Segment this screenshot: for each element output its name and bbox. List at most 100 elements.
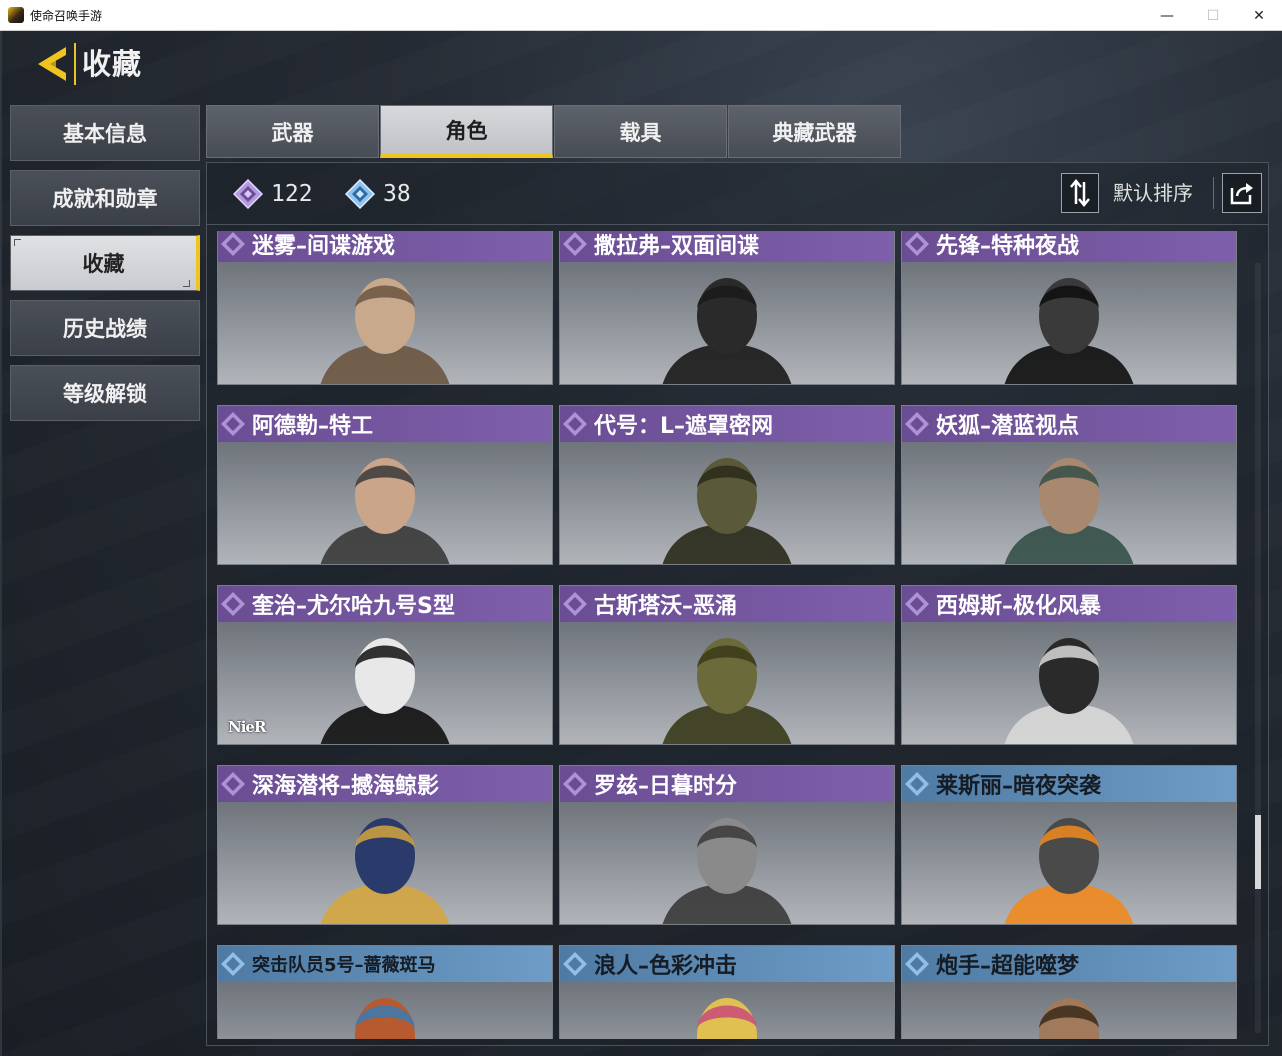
character-card[interactable]: 奎治–尤尔哈九号S型 NieR [217, 585, 553, 745]
sort-label[interactable]: 默认排序 [1113, 173, 1193, 213]
character-portrait-area [902, 982, 1236, 1039]
close-button[interactable]: ✕ [1236, 0, 1282, 31]
character-card[interactable]: 深海潜将–撼海鲸影 [217, 765, 553, 925]
character-name: 撒拉弗–双面间谍 [594, 234, 760, 259]
sidebar-item-basic-info[interactable]: 基本信息 [10, 105, 200, 161]
character-card-header: 古斯塔沃–恶涌 [560, 586, 894, 622]
tab-collector-weapons[interactable]: 典藏武器 [728, 105, 901, 158]
character-card[interactable]: 迷雾–间谍游戏 [217, 231, 553, 385]
character-portrait-area [560, 802, 894, 924]
tab-weapons[interactable]: 武器 [206, 105, 379, 158]
character-card[interactable]: 突击队员5号–蔷薇斑马 [217, 945, 553, 1039]
character-card[interactable]: 浪人–色彩冲击 [559, 945, 895, 1039]
sidebar-item-level-unlocks[interactable]: 等级解锁 [10, 365, 200, 421]
back-button[interactable] [32, 43, 74, 85]
blue-rarity-diamond-icon [563, 952, 587, 976]
character-portrait-area [218, 442, 552, 564]
purple-diamond-icon [233, 179, 263, 209]
purple-rarity-diamond-icon [563, 772, 587, 796]
sidebar-item-collection[interactable]: 收藏 [10, 235, 200, 291]
character-name: 古斯塔沃–恶涌 [594, 594, 738, 619]
character-card-header: 先锋–特种夜战 [902, 231, 1236, 262]
character-portrait-icon [1039, 998, 1099, 1039]
tab-vehicles[interactable]: 载具 [554, 105, 727, 158]
character-card-header: 撒拉弗–双面间谍 [560, 231, 894, 262]
character-portrait-area [560, 262, 894, 384]
sidebar-item-achievements[interactable]: 成就和勋章 [10, 170, 200, 226]
purple-rarity-diamond-icon [221, 412, 245, 436]
minimize-button[interactable]: — [1144, 0, 1190, 31]
purple-rarity-diamond-icon [563, 412, 587, 436]
character-name: 西姆斯–极化风暴 [936, 594, 1102, 619]
character-grid-viewport[interactable]: 迷雾–间谍游戏 撒拉弗–双面间谍 先锋–特种夜战阿德勒–特工 代号：L–遮罩密网 妖狐–… [217, 231, 1247, 1039]
header-divider [1213, 177, 1214, 209]
back-arrow-icon [38, 47, 66, 81]
purple-rarity-diamond-icon [563, 592, 587, 616]
character-name: 妖狐–潜蓝视点 [936, 414, 1080, 439]
purple-rarity-diamond-icon [221, 772, 245, 796]
character-name: 代号：L–遮罩密网 [594, 414, 774, 439]
purple-count: 122 [271, 181, 313, 207]
category-tabs: 武器 角色 载具 典藏武器 [206, 105, 902, 158]
game-screen: 收藏 基本信息 成就和勋章 收藏 历史战绩 等级解锁 武器 角色 载具 典藏武器… [0, 31, 1282, 1056]
app-icon [8, 7, 24, 23]
sort-toggle-icon [1070, 179, 1090, 207]
character-portrait-area [218, 802, 552, 924]
character-portrait-icon [320, 458, 450, 564]
character-portrait-icon [662, 458, 792, 564]
tab-characters[interactable]: 角色 [380, 105, 553, 158]
character-card-header: 迷雾–间谍游戏 [218, 231, 552, 262]
character-name: 阿德勒–特工 [252, 414, 374, 439]
character-card[interactable]: 代号：L–遮罩密网 [559, 405, 895, 565]
character-card[interactable]: 先锋–特种夜战 [901, 231, 1237, 385]
character-name: 突击队员5号–蔷薇斑马 [252, 955, 436, 976]
maximize-button[interactable]: ☐ [1190, 0, 1236, 31]
character-portrait-icon [1004, 818, 1134, 924]
share-button[interactable] [1222, 173, 1262, 213]
character-grid: 迷雾–间谍游戏 撒拉弗–双面间谍 先锋–特种夜战阿德勒–特工 代号：L–遮罩密网 妖狐–… [217, 231, 1247, 1039]
character-card-header: 罗兹–日暮时分 [560, 766, 894, 802]
character-portrait-area [560, 982, 894, 1039]
character-name: 迷雾–间谍游戏 [252, 234, 396, 259]
character-portrait-area [902, 262, 1236, 384]
blue-rarity-diamond-icon [221, 952, 245, 976]
sort-toggle-button[interactable] [1061, 173, 1099, 213]
character-portrait-area [218, 982, 552, 1039]
character-portrait-area [902, 442, 1236, 564]
character-card[interactable]: 撒拉弗–双面间谍 [559, 231, 895, 385]
character-portrait-icon [355, 998, 415, 1039]
character-card-header: 炮手–超能噬梦 [902, 946, 1236, 982]
character-card[interactable]: 炮手–超能噬梦 [901, 945, 1237, 1039]
character-card[interactable]: 阿德勒–特工 [217, 405, 553, 565]
purple-rarity-diamond-icon [563, 232, 587, 256]
character-portrait-icon [662, 638, 792, 744]
purple-rarity-diamond-icon [905, 232, 929, 256]
character-card[interactable]: 莱斯丽–暗夜突袭 [901, 765, 1237, 925]
character-card[interactable]: 妖狐–潜蓝视点 [901, 405, 1237, 565]
character-portrait-area [560, 622, 894, 744]
character-portrait-icon [1004, 638, 1134, 744]
character-card[interactable]: 罗兹–日暮时分 [559, 765, 895, 925]
character-card-header: 莱斯丽–暗夜突袭 [902, 766, 1236, 802]
blue-rarity-diamond-icon [905, 952, 929, 976]
character-name: 莱斯丽–暗夜突袭 [936, 774, 1102, 799]
blue-count: 38 [383, 181, 411, 207]
character-card[interactable]: 西姆斯–极化风暴 [901, 585, 1237, 745]
character-name: 罗兹–日暮时分 [594, 774, 738, 799]
character-card[interactable]: 古斯塔沃–恶涌 [559, 585, 895, 745]
character-portrait-icon [320, 818, 450, 924]
character-portrait-icon [662, 278, 792, 384]
character-card-header: 阿德勒–特工 [218, 406, 552, 442]
character-portrait-icon [320, 638, 450, 744]
character-card-header: 代号：L–遮罩密网 [560, 406, 894, 442]
share-export-icon [1230, 183, 1253, 205]
window-titlebar: 使命召唤手游 — ☐ ✕ [0, 0, 1282, 31]
character-name: 浪人–色彩冲击 [594, 954, 738, 979]
grid-scrollbar[interactable] [1255, 263, 1261, 1033]
panel-header: 122 38 默认排序 [207, 163, 1268, 225]
scrollbar-thumb[interactable] [1255, 815, 1261, 889]
character-portrait-icon [320, 278, 450, 384]
character-name: 先锋–特种夜战 [936, 234, 1080, 259]
sidebar-item-match-history[interactable]: 历史战绩 [10, 300, 200, 356]
nier-badge-logo: NieR [228, 718, 266, 736]
